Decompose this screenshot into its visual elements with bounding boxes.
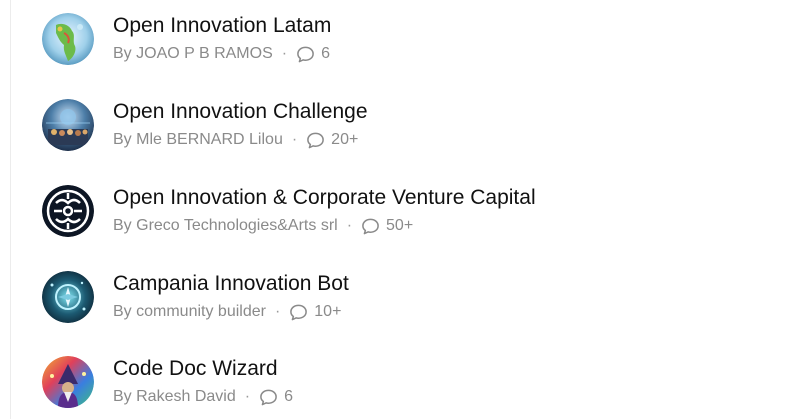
separator: · (281, 45, 288, 62)
list-item[interactable]: Campania Innovation Bot By community bui… (0, 271, 800, 347)
by-prefix: By (113, 303, 132, 320)
item-title: Open Innovation & Corporate Venture Capi… (113, 186, 536, 209)
item-meta: By JOAO P B RAMOS · 6 (113, 44, 330, 64)
wizard-icon (42, 356, 94, 408)
item-title: Code Doc Wizard (113, 357, 278, 380)
by-prefix: By (113, 131, 132, 148)
conversation-count: 20+ (331, 131, 359, 148)
globe-latam-icon (42, 13, 94, 65)
chat-bubble-icon (289, 303, 308, 322)
list-item[interactable]: Open Innovation & Corporate Venture Capi… (0, 185, 800, 261)
chat-bubble-icon (296, 45, 315, 64)
gpt-list-page: Open Innovation Latam By JOAO P B RAMOS … (0, 0, 800, 419)
list-item[interactable]: Open Innovation Latam By JOAO P B RAMOS … (0, 13, 800, 89)
conversation-count: 50+ (386, 217, 414, 234)
item-meta: By Rakesh David · 6 (113, 387, 293, 407)
by-prefix: By (113, 45, 132, 62)
by-prefix: By (113, 217, 132, 234)
separator: · (346, 217, 353, 234)
chat-bubble-icon (259, 388, 278, 407)
item-title: Open Innovation Latam (113, 14, 332, 37)
author-name: Mle BERNARD Lilou (136, 131, 283, 148)
conversation-count: 10+ (314, 303, 342, 320)
author-name: Greco Technologies&Arts srl (136, 217, 338, 234)
item-meta: By Mle BERNARD Lilou · 20+ (113, 130, 358, 150)
item-title: Campania Innovation Bot (113, 272, 349, 295)
chat-bubble-icon (361, 217, 380, 236)
crowd-tech-icon (42, 99, 94, 151)
separator: · (291, 131, 298, 148)
by-prefix: By (113, 388, 132, 405)
conversation-count: 6 (321, 45, 330, 62)
item-meta: By community builder · 10+ (113, 302, 341, 322)
list-item[interactable]: Open Innovation Challenge By Mle BERNARD… (0, 99, 800, 175)
author-name: JOAO P B RAMOS (136, 45, 273, 62)
chat-bubble-icon (306, 131, 325, 150)
circuit-emblem-icon (42, 185, 94, 237)
author-name: Rakesh David (136, 388, 236, 405)
compass-tech-icon (42, 271, 94, 323)
separator: · (274, 303, 281, 320)
separator: · (244, 388, 251, 405)
list-item[interactable]: Code Doc Wizard By Rakesh David · 6 (0, 356, 800, 419)
item-meta: By Greco Technologies&Arts srl · 50+ (113, 216, 413, 236)
author-name: community builder (136, 303, 266, 320)
item-title: Open Innovation Challenge (113, 100, 368, 123)
conversation-count: 6 (284, 388, 293, 405)
